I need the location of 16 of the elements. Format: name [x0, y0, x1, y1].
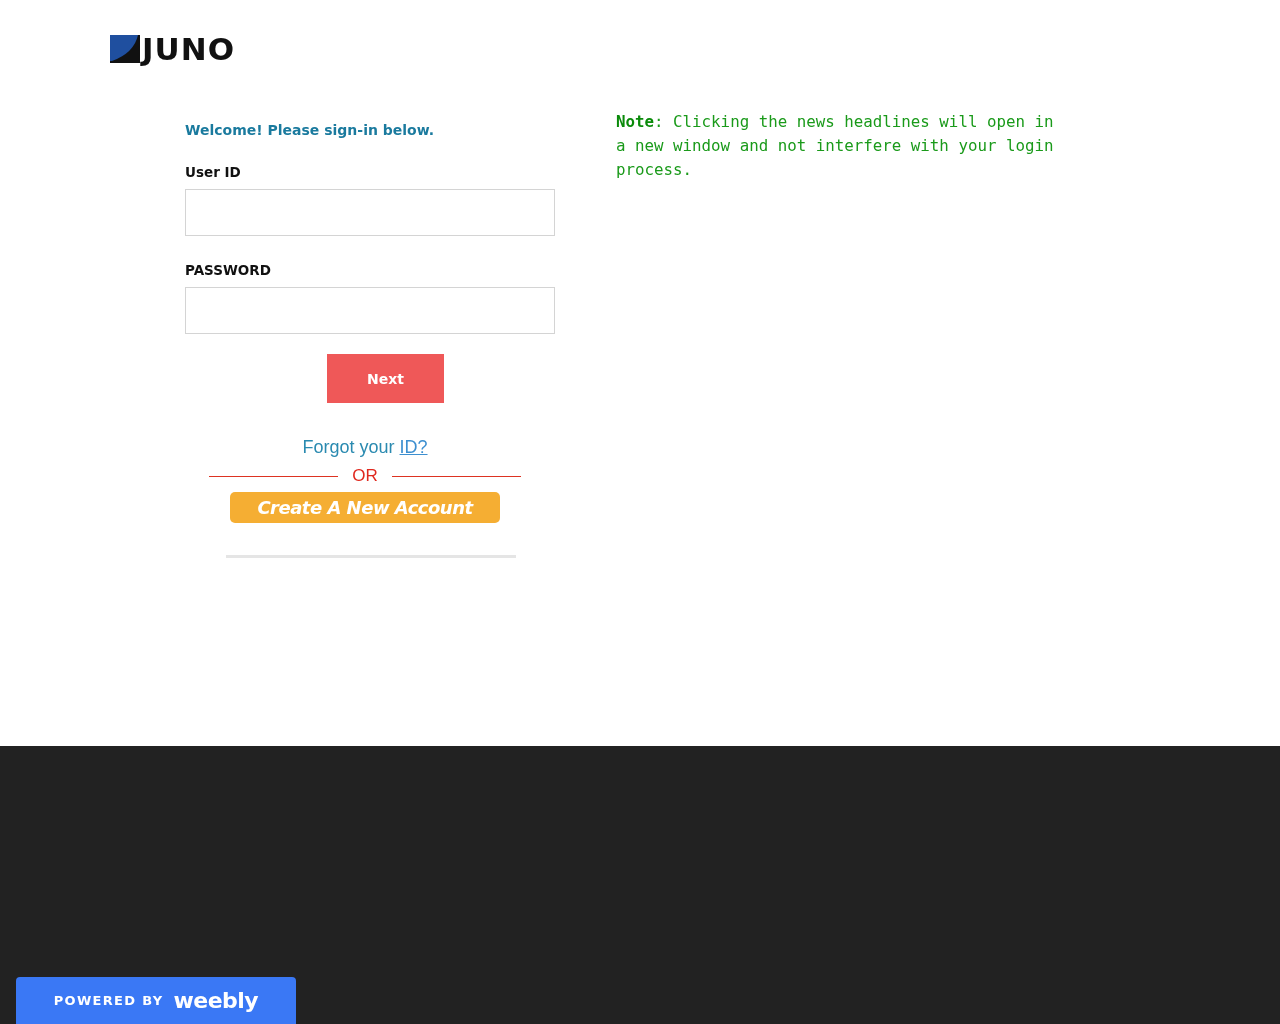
- powered-by-text: POWERED BY: [53, 993, 164, 1008]
- powered-by-badge[interactable]: POWERED BY weebly: [16, 977, 296, 1024]
- input-field[interactable]: [185, 287, 555, 334]
- note-text: Note: Clicking the news headlines will open in a new window and not interfere with your login process.: [616, 111, 1055, 181]
- welcome-text: Welcome! Please sign-in below.: [185, 122, 436, 138]
- next-button[interactable]: Next: [327, 354, 444, 403]
- field-label: User ID: [185, 164, 242, 180]
- field-label: PASSWORD: [185, 262, 272, 278]
- logo-text: JUNO: [142, 33, 235, 65]
- or-separator: OR: [352, 466, 378, 486]
- forgot-text: Forgot your ID?: [302, 437, 428, 458]
- logo-mark-icon: [110, 35, 140, 63]
- brand-text: weebly: [173, 988, 259, 1013]
- input-field[interactable]: [185, 189, 555, 236]
- forgot-id-link[interactable]: ID?: [399, 437, 428, 457]
- create-account-button[interactable]: Create A New Account: [230, 492, 500, 523]
